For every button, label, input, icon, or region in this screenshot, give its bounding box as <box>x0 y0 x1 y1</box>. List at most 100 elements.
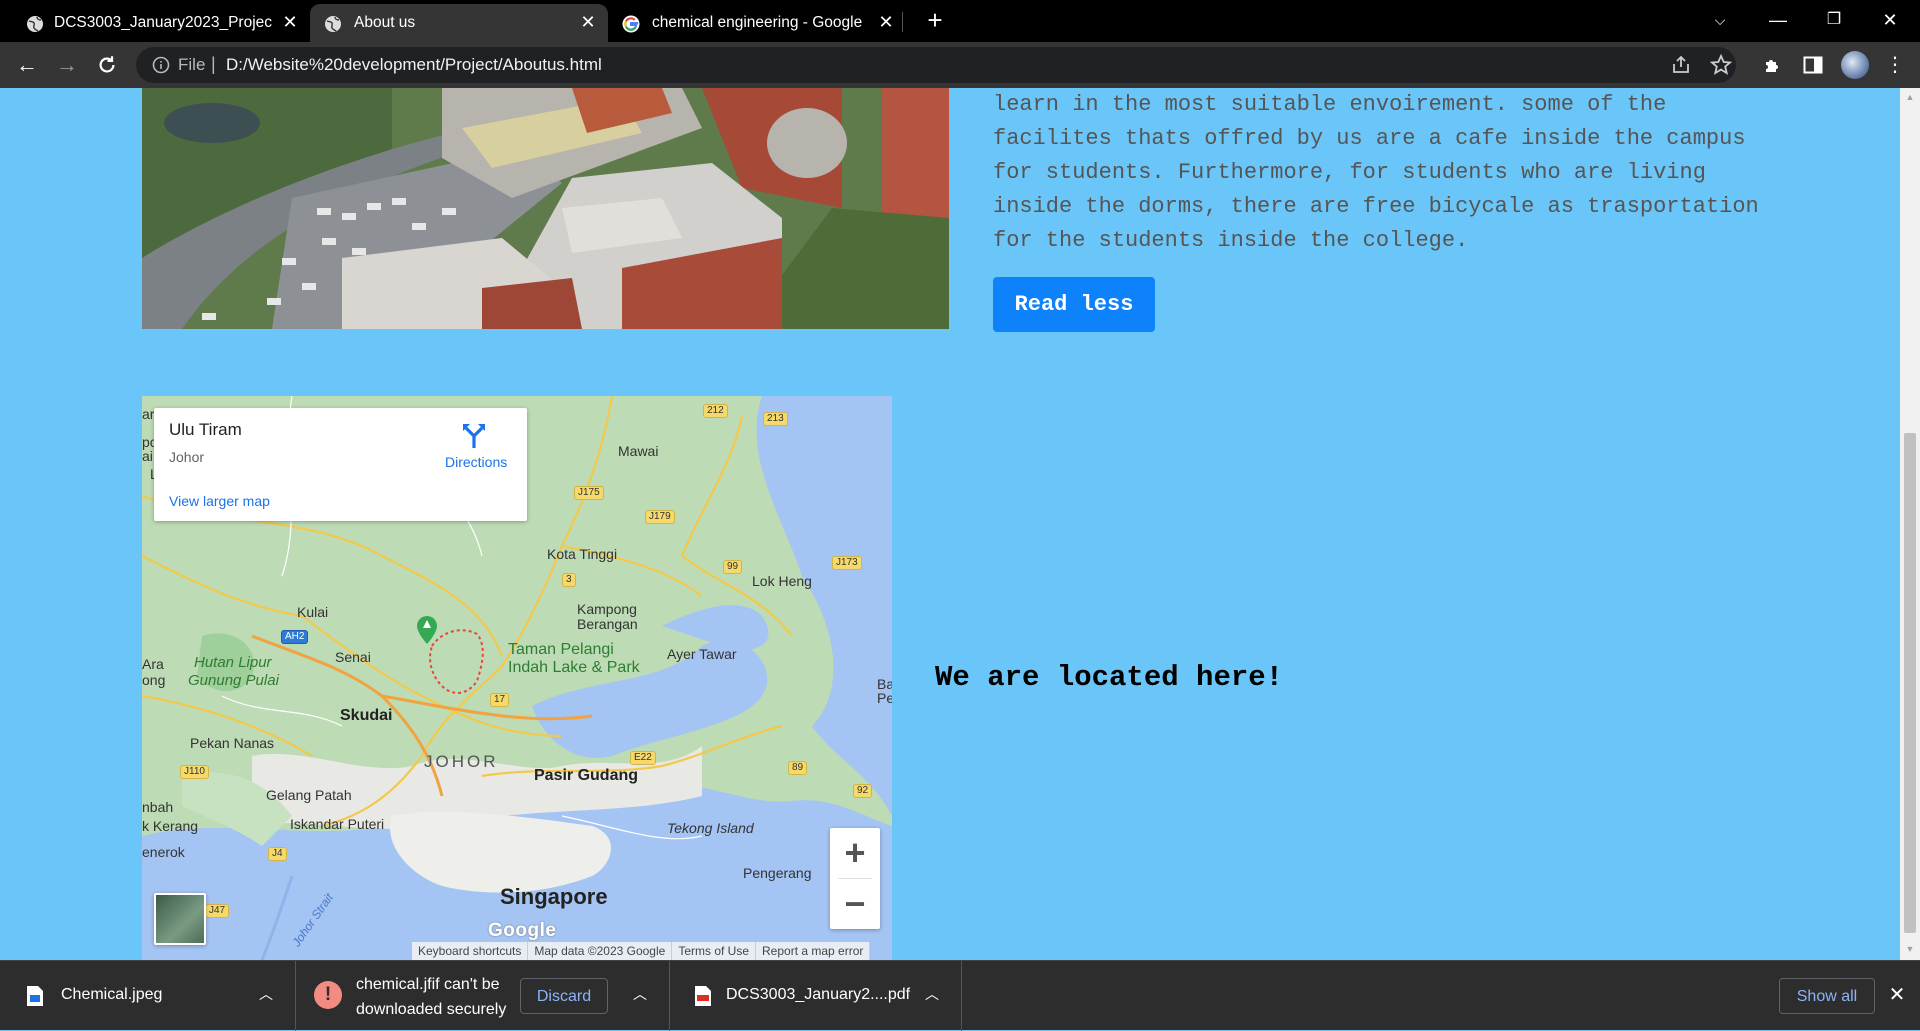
zoom-out-button[interactable]: − <box>830 879 880 929</box>
route-badge: 212 <box>703 404 728 418</box>
close-tab-icon[interactable]: ✕ <box>578 12 598 32</box>
download-item-project-pdf[interactable]: DCS3003_January2....pdf ︿ <box>670 961 962 1031</box>
close-tab-icon[interactable]: ✕ <box>280 12 300 32</box>
download-filename: Chemical.jpeg <box>61 986 163 1003</box>
map-place-label: Pekan Nanas <box>190 735 275 751</box>
read-less-button[interactable]: Read less <box>993 277 1155 332</box>
browser-toolbar: ← → File | D:/Website%20development/Proj… <box>0 42 1920 88</box>
map-edge-label: nbah <box>142 799 174 815</box>
page-scrollbar[interactable]: ▲ ▼ <box>1900 88 1920 960</box>
tab-project-pdf[interactable]: DCS3003_January2023_Project.pdf ✕ <box>0 4 306 42</box>
map-place-label: Pengerang <box>743 865 812 881</box>
warning-line: downloaded securely <box>356 1001 507 1018</box>
map-place-label: Kota Tinggi <box>547 546 618 562</box>
about-line: for students. Furthermore, for students … <box>993 160 1706 185</box>
profile-avatar[interactable] <box>1841 51 1869 79</box>
show-all-downloads-button[interactable]: Show all <box>1779 978 1875 1014</box>
route-badge: AH2 <box>281 630 309 644</box>
route-badge: 213 <box>763 412 788 426</box>
map-data-attribution: Map data ©2023 Google <box>528 942 673 960</box>
directions-link[interactable]: Directions <box>445 454 507 470</box>
map-park-label: Taman Pelangi <box>508 641 614 658</box>
back-button[interactable]: ← <box>12 50 42 80</box>
tab-search-chevron-icon[interactable]: ⌵ <box>1700 6 1740 34</box>
route-badge: 17 <box>490 693 510 707</box>
map-edge-label: enerok <box>142 844 185 860</box>
map-place-label: Mawai <box>618 443 659 459</box>
route-badge: J175 <box>574 486 604 500</box>
download-shelf: Chemical.jpeg ︿ ! chemical.jfif can't be… <box>0 960 1920 1031</box>
about-line: learn in the most suitable envoirement. … <box>993 92 1667 117</box>
map-place-label: Iskandar Puteri <box>290 816 385 832</box>
tab-google-search[interactable]: chemical engineering - Google Search ✕ <box>612 4 912 42</box>
forward-button[interactable]: → <box>52 50 82 80</box>
minimize-button[interactable]: — <box>1758 6 1798 34</box>
tab-title: DCS3003_January2023_Project.pdf <box>54 14 272 31</box>
zoom-in-button[interactable]: + <box>830 828 880 878</box>
share-icon[interactable] <box>1670 54 1692 76</box>
chevron-up-icon[interactable]: ︿ <box>256 984 276 1004</box>
satellite-layer-toggle[interactable] <box>154 893 206 945</box>
download-item-chemical-jpeg[interactable]: Chemical.jpeg ︿ <box>0 961 296 1031</box>
map-place-label: Pasir Gudang <box>534 767 639 784</box>
keyboard-shortcuts-link[interactable]: Keyboard shortcuts <box>412 942 529 960</box>
scheme-label: File <box>178 55 206 74</box>
view-larger-map-link[interactable]: View larger map <box>169 493 270 509</box>
tab-title: chemical engineering - Google Search <box>652 14 862 31</box>
place-name: Ulu Tiram <box>169 420 242 439</box>
about-line: for the students inside the college. <box>993 228 1469 253</box>
download-item-chemical-jfif[interactable]: ! chemical.jfif can't be downloaded secu… <box>296 961 670 1031</box>
route-badge: J110 <box>180 765 209 779</box>
map-place-label: Gelang Patah <box>266 787 352 803</box>
map-edge-label: ar <box>142 406 155 422</box>
map-edge-label: k Kerang <box>142 818 199 834</box>
route-badge: 99 <box>723 560 743 574</box>
bookmark-star-icon[interactable] <box>1710 54 1732 76</box>
place-region: Johor <box>169 449 205 465</box>
address-bar[interactable]: File | D:/Website%20development/Project/… <box>136 47 1736 83</box>
tab-about-us[interactable]: About us ✕ <box>310 4 608 42</box>
map-footer: Keyboard shortcuts Map data ©2023 Google… <box>412 942 871 960</box>
map-place-label: Kulai <box>297 604 329 620</box>
chevron-up-icon[interactable]: ︿ <box>630 984 650 1004</box>
terms-of-use-link[interactable]: Terms of Use <box>672 942 757 960</box>
embedded-google-map[interactable]: Mawai Kota Tinggi Lok Heng Kampong Beran… <box>142 396 892 960</box>
close-tab-icon[interactable]: ✕ <box>876 12 896 32</box>
map-place-label: Tekong Island <box>667 820 754 836</box>
scroll-up-arrow-icon[interactable]: ▲ <box>1905 92 1915 102</box>
globe-icon <box>325 16 341 32</box>
map-park-label: Indah Lake & Park <box>508 659 640 676</box>
side-panel-icon[interactable] <box>1802 54 1824 76</box>
directions-icon[interactable] <box>461 422 487 448</box>
download-warning-text: chemical.jfif can't be downloaded secure… <box>356 972 506 1022</box>
extensions-puzzle-icon[interactable] <box>1762 54 1784 76</box>
map-place-label: Berangan <box>577 616 638 632</box>
close-window-button[interactable]: ✕ <box>1870 6 1910 34</box>
globe-icon <box>27 16 43 32</box>
zoom-controls: + − <box>830 828 880 929</box>
map-place-label: Kampong <box>577 601 637 617</box>
info-icon[interactable] <box>152 56 170 74</box>
route-badge: J179 <box>645 510 675 524</box>
route-badge: 92 <box>853 784 873 798</box>
restore-button[interactable]: ❐ <box>1814 6 1854 34</box>
map-state-label: JOHOR <box>424 752 499 771</box>
warning-icon: ! <box>314 981 342 1009</box>
route-badge: E22 <box>630 751 656 765</box>
page-viewport: learn in the most suitable envoirement. … <box>0 88 1900 960</box>
report-map-error-link[interactable]: Report a map error <box>756 942 871 960</box>
chevron-up-icon[interactable]: ︿ <box>922 984 942 1004</box>
scroll-thumb[interactable] <box>1904 433 1916 933</box>
map-edge-label: ong <box>142 672 166 688</box>
url-text[interactable]: D:/Website%20development/Project/Aboutus… <box>226 55 602 75</box>
route-badge: J47 <box>205 904 230 918</box>
warning-line: chemical.jfif can't be <box>356 976 500 993</box>
route-badge: 89 <box>788 761 808 775</box>
close-shelf-icon[interactable]: ✕ <box>1885 983 1909 1007</box>
pdf-file-icon <box>695 986 711 1006</box>
discard-button[interactable]: Discard <box>520 978 608 1014</box>
reload-button[interactable] <box>92 50 122 80</box>
menu-kebab-icon[interactable]: ⋮ <box>1880 50 1910 80</box>
scroll-down-arrow-icon[interactable]: ▼ <box>1905 944 1915 954</box>
new-tab-button[interactable]: + <box>922 7 948 34</box>
